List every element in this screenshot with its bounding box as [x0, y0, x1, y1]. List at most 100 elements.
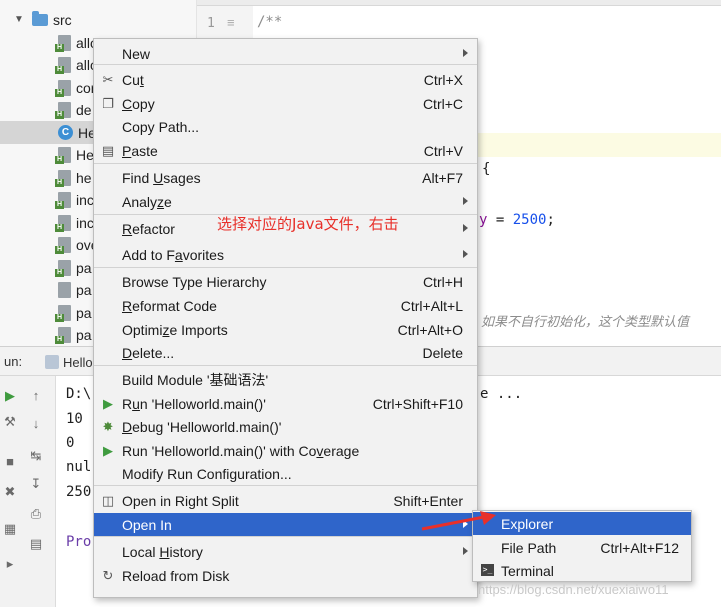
soft-wrap-icon[interactable]: ↹: [28, 448, 44, 464]
menu-item-label: Local History: [122, 543, 203, 560]
java-file-icon: H: [55, 34, 71, 52]
java-file-icon: H: [55, 79, 71, 97]
submenu-item-label: File Path: [501, 539, 557, 556]
badge-icon: H: [55, 178, 64, 187]
menu-item-shortcut: Ctrl+C: [422, 95, 463, 112]
menu-item-shortcut: Ctrl+H: [422, 273, 463, 290]
console-line: D:\: [66, 386, 92, 402]
menu-item-modify-run-configuration[interactable]: Modify Run Configuration...: [94, 462, 477, 485]
class-icon: C: [58, 125, 73, 140]
tree-item-label: He: [76, 147, 94, 163]
scroll-to-end-icon[interactable]: ↧: [28, 476, 44, 492]
badge-icon: H: [55, 246, 64, 254]
trash-icon[interactable]: ▤: [28, 536, 44, 552]
menu-item-label: Optimize Imports: [122, 321, 228, 338]
console-line: 250: [66, 484, 92, 500]
menu-item-shortcut: Ctrl+X: [423, 71, 463, 88]
code-assignment: y = 2500;: [479, 212, 555, 228]
tree-item-label: he: [76, 169, 92, 186]
close-icon[interactable]: ▸: [2, 556, 18, 572]
rerun-icon[interactable]: ▶: [2, 388, 18, 404]
reload-icon: ↻: [102, 568, 114, 583]
menu-item-label: Refactor: [122, 220, 175, 237]
menu-item-run-helloworld-main-with-coverage[interactable]: ▶ Run 'Helloworld.main()' with Coverage: [94, 439, 477, 462]
submenu-item-explorer[interactable]: Explorer: [473, 512, 691, 535]
menu-separator: [94, 536, 477, 537]
watermark: https://blog.csdn.net/xuexiaiwo11: [478, 582, 669, 597]
menu-item-optimize-imports[interactable]: Optimize Imports Ctrl+Alt+O: [94, 318, 477, 341]
menu-item-shortcut: Alt+F7: [422, 169, 463, 186]
menu-item-shortcut: Delete: [422, 344, 463, 361]
menu-item-paste[interactable]: ▤ Paste Ctrl+V: [94, 139, 477, 162]
menu-item-label: New: [122, 45, 151, 62]
tree-item-label: pa: [76, 304, 92, 321]
menu-item-add-to-favorites[interactable]: Add to Favorites: [94, 243, 477, 266]
print-icon[interactable]: ⎙: [28, 506, 44, 522]
menu-item-cut[interactable]: ✂ Cut Ctrl+X: [94, 68, 477, 91]
run-config-icon: [45, 355, 59, 369]
menu-item-label: Find Usages: [122, 169, 201, 186]
tree-item-label: inc: [76, 192, 94, 208]
menu-item-new[interactable]: New: [94, 42, 477, 65]
menu-item-shortcut: Ctrl+Shift+F10: [372, 395, 463, 412]
menu-item-copy[interactable]: ❐ Copy Ctrl+C: [94, 92, 477, 115]
menu-item-reload-from-disk[interactable]: ↻ Reload from Disk: [94, 564, 477, 587]
submenu-arrow-icon: [463, 250, 468, 258]
menu-item-label: Browse Type Hierarchy: [122, 273, 267, 290]
file-icon: [58, 282, 71, 298]
tree-item-label: pa: [76, 282, 92, 298]
tree-item-label: de: [76, 102, 92, 118]
menu-item-label: Paste: [122, 142, 158, 159]
wrench-icon[interactable]: ⚒: [2, 414, 18, 430]
run-tab[interactable]: Hello: [45, 352, 93, 372]
arrow-down-icon[interactable]: ↓: [28, 416, 44, 432]
menu-item-shortcut: Ctrl+Alt+O: [397, 321, 463, 338]
menu-item-label: Debug 'Helloworld.main()': [122, 418, 282, 435]
debug-icon: ✸: [102, 419, 114, 434]
menu-item-debug-helloworld-main[interactable]: ✸ Debug 'Helloworld.main()': [94, 415, 477, 438]
run-tab-label: Hello: [63, 354, 93, 370]
stop-icon[interactable]: ■: [2, 454, 18, 470]
run-icon: ▶: [103, 396, 113, 411]
java-file-icon: H: [55, 259, 71, 277]
split-icon: ◫: [101, 493, 115, 508]
arrow-up-icon[interactable]: ↑: [28, 388, 44, 404]
java-file-icon: H: [55, 192, 71, 209]
restore-layout-icon[interactable]: ✖: [2, 484, 18, 500]
badge-icon: H: [55, 268, 64, 277]
submenu-item-file-path[interactable]: File Path Ctrl+Alt+F12: [473, 536, 691, 559]
pin-icon[interactable]: ▦: [2, 521, 18, 537]
menu-item-find-usages[interactable]: Find Usages Alt+F7: [94, 166, 477, 189]
tree-folder-src[interactable]: ▼ src: [0, 8, 196, 31]
menu-item-copy-path[interactable]: Copy Path...: [94, 115, 477, 138]
console-line: 0: [66, 435, 75, 451]
menu-item-local-history[interactable]: Local History: [94, 540, 477, 563]
console-line: 10: [66, 411, 83, 427]
java-file-icon: H: [55, 327, 71, 344]
badge-icon: H: [55, 66, 64, 74]
editor-tab-bar: [197, 0, 721, 6]
code-line-1: /**: [257, 14, 283, 30]
menu-item-delete[interactable]: Delete... Delete: [94, 341, 477, 364]
fold-icon[interactable]: ≡: [227, 15, 235, 30]
menu-item-analyze[interactable]: Analyze: [94, 190, 477, 213]
menu-item-label: Run 'Helloworld.main()': [122, 395, 266, 412]
menu-item-label: Modify Run Configuration...: [122, 465, 292, 482]
menu-item-label: Open in Right Split: [122, 492, 239, 509]
menu-item-label: Run 'Helloworld.main()' with Coverage: [122, 442, 360, 459]
tree-item-label: inc: [76, 214, 94, 231]
menu-item-shortcut: Ctrl+Alt+L: [400, 297, 463, 314]
menu-item-reformat-code[interactable]: Reformat Code Ctrl+Alt+L: [94, 294, 477, 317]
badge-icon: H: [55, 336, 64, 344]
chevron-down-icon[interactable]: ▼: [12, 14, 26, 25]
menu-item-browse-type-hierarchy[interactable]: Browse Type Hierarchy Ctrl+H: [94, 270, 477, 293]
submenu-arrow-icon: [463, 197, 468, 205]
menu-item-run-helloworld-main[interactable]: ▶ Run 'Helloworld.main()' Ctrl+Shift+F10: [94, 392, 477, 415]
badge-icon: H: [55, 223, 64, 232]
submenu-item-terminal[interactable]: >_ Terminal: [473, 559, 691, 582]
code-number: 2500: [512, 212, 547, 228]
code-operator: =: [487, 212, 513, 228]
menu-item-label: Reload from Disk: [122, 567, 230, 584]
menu-item-build-module[interactable]: Build Module '基础语法': [94, 368, 477, 391]
code-semicolon: ;: [546, 212, 555, 228]
